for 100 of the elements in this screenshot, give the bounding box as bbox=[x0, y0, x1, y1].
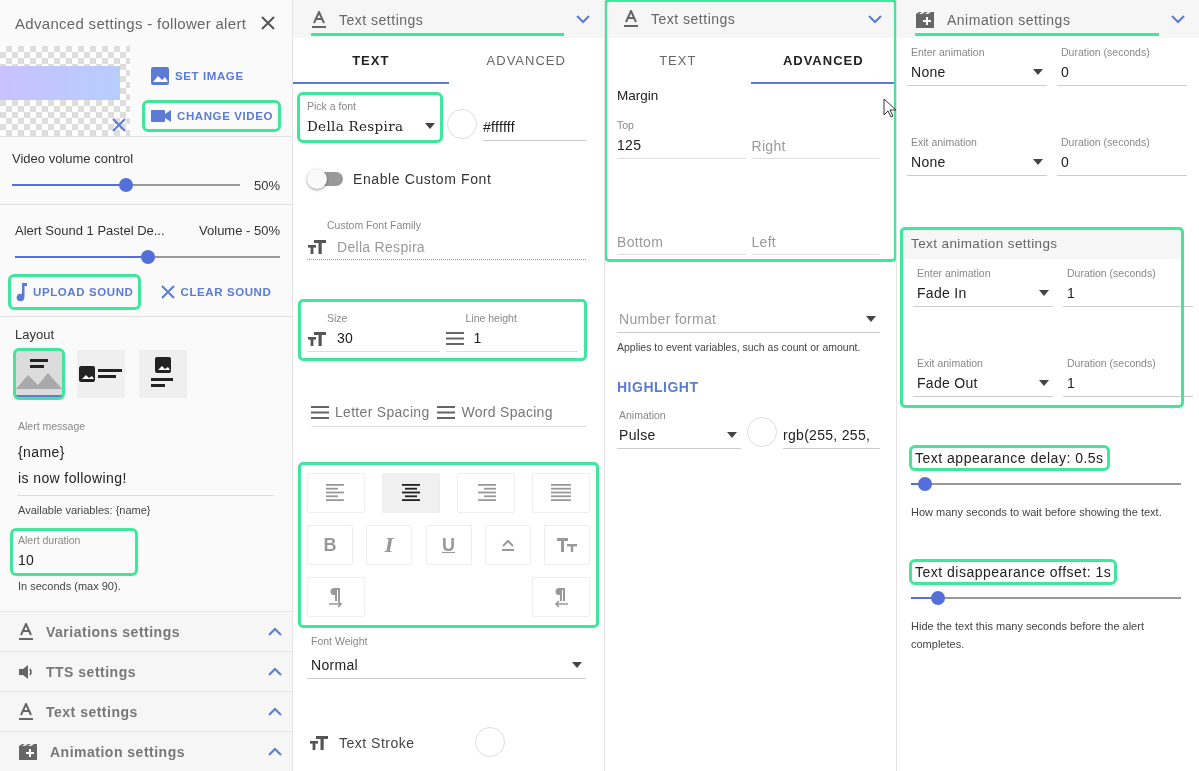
section-title: Animation settings bbox=[947, 12, 1071, 28]
volume-reading: 50% bbox=[253, 177, 280, 193]
tab[interactable]: ADVANCED bbox=[448, 38, 604, 84]
layout-option[interactable] bbox=[139, 350, 187, 398]
help-text: Hide the text this many seconds before the alert completes. bbox=[911, 619, 1145, 652]
close-icon bbox=[161, 285, 176, 299]
caret-icon bbox=[572, 662, 582, 668]
input-field[interactable]: Duration (seconds) 1 bbox=[1063, 353, 1193, 397]
section-title: Variations settings bbox=[46, 623, 181, 640]
size-field[interactable]: Size 30 bbox=[307, 308, 440, 352]
video-camera-icon bbox=[150, 108, 172, 124]
volume-label: Video volume control bbox=[12, 151, 134, 166]
align-right-icon bbox=[476, 484, 496, 502]
caret-icon bbox=[1033, 69, 1043, 75]
section-header[interactable]: TTS settings bbox=[0, 651, 292, 691]
slider-label: Text disappearance offset: 1s bbox=[911, 561, 1116, 583]
slider-thumb[interactable] bbox=[931, 591, 945, 605]
slider-thumb[interactable] bbox=[119, 178, 133, 192]
section-title: Text settings bbox=[651, 11, 736, 27]
caret-icon bbox=[727, 432, 737, 438]
sound-button[interactable]: CLEAR SOUND bbox=[155, 276, 278, 308]
dropdown[interactable]: Exit animation None bbox=[907, 132, 1047, 176]
font-dropdown[interactable]: Pick a font Della Respira bbox=[299, 94, 441, 141]
slider-thumb[interactable] bbox=[917, 477, 932, 491]
section-header[interactable]: Animation settings bbox=[0, 731, 292, 771]
section-label: Margin bbox=[617, 88, 659, 103]
line-height-field[interactable]: Line height 1 bbox=[445, 308, 578, 352]
field-label: Alert message bbox=[18, 420, 86, 432]
lines-icon bbox=[437, 405, 456, 419]
input-field[interactable]: Duration (seconds) 0 bbox=[1057, 132, 1187, 176]
input-field[interactable]: Bottom bbox=[617, 215, 746, 255]
input-field[interactable]: Top 125 bbox=[617, 115, 746, 159]
media-button[interactable]: SET IMAGE bbox=[144, 60, 280, 92]
music-note-icon bbox=[16, 282, 28, 302]
layout-option[interactable] bbox=[15, 350, 63, 398]
text-format-icon bbox=[18, 702, 34, 721]
input-field[interactable]: Custom Font Family Della Respira bbox=[307, 215, 586, 260]
lines-icon bbox=[445, 332, 464, 345]
spacing-field[interactable]: Word Spacing bbox=[437, 404, 553, 420]
media-button[interactable]: CHANGE VIDEO bbox=[144, 102, 280, 130]
section-title: Text settings bbox=[339, 12, 424, 28]
caret-icon bbox=[425, 123, 435, 129]
layout-option[interactable] bbox=[77, 350, 125, 398]
dropdown[interactable]: Enter animation None bbox=[907, 42, 1047, 86]
align-justify-icon bbox=[551, 484, 571, 502]
color-swatch[interactable] bbox=[474, 727, 505, 757]
section-title: TTS settings bbox=[46, 663, 137, 680]
input-field[interactable]: Alert duration 10 bbox=[12, 530, 136, 574]
toggle-label: Enable Custom Font bbox=[353, 171, 492, 187]
sound-button[interactable]: UPLOAD SOUND bbox=[10, 276, 140, 308]
speaker-icon bbox=[18, 663, 34, 680]
color-swatch[interactable] bbox=[447, 109, 477, 139]
help-text: Applies to event variables, such as count or amount. bbox=[617, 341, 862, 353]
help-text: How many seconds to wait before showing the text. bbox=[911, 505, 1163, 520]
text-format-icon bbox=[18, 622, 34, 641]
slider-label: Text appearance delay: 0.5s bbox=[911, 447, 1108, 469]
lines-icon bbox=[311, 405, 329, 419]
toggle-switch[interactable] bbox=[309, 172, 343, 186]
dropdown[interactable]: Animation Pulse bbox=[617, 405, 741, 449]
section-heading: HIGHLIGHT bbox=[617, 379, 700, 395]
section-header[interactable]: Animation settings bbox=[897, 0, 1199, 38]
close-icon bbox=[112, 118, 126, 132]
caret-icon bbox=[1033, 159, 1043, 165]
close-icon bbox=[260, 15, 276, 31]
input-field[interactable]: Right bbox=[751, 115, 880, 159]
dropdown[interactable]: Number format bbox=[617, 301, 880, 333]
caret-icon bbox=[866, 316, 876, 322]
color-field[interactable]: rgb(255, 255, bbox=[783, 417, 880, 449]
text-size-icon bbox=[307, 239, 327, 255]
section-header[interactable]: Text settings bbox=[0, 691, 292, 731]
message-field[interactable]: {name} is now following! bbox=[18, 439, 274, 496]
dropdown[interactable]: Font Weight Normal bbox=[307, 631, 586, 679]
caret-icon bbox=[1039, 290, 1049, 296]
color-field[interactable]: #ffffff bbox=[483, 109, 586, 141]
caret-icon bbox=[1039, 380, 1049, 386]
input-field[interactable]: Duration (seconds) 0 bbox=[1057, 42, 1187, 86]
help-text: Available variables: {name} bbox=[18, 504, 152, 516]
input-field[interactable]: Duration (seconds) 1 bbox=[1063, 263, 1193, 307]
section-header[interactable]: Variations settings bbox=[0, 611, 292, 651]
tab[interactable]: TEXT bbox=[293, 38, 449, 84]
section-title: Text settings bbox=[46, 703, 139, 720]
align-left-icon bbox=[326, 484, 346, 502]
tab[interactable]: ADVANCED bbox=[750, 38, 896, 84]
help-text: In seconds (max 90). bbox=[18, 580, 122, 592]
section-title: Animation settings bbox=[50, 743, 186, 760]
section-header[interactable]: Text settings bbox=[605, 0, 896, 38]
slider-thumb[interactable] bbox=[140, 250, 155, 264]
mouse-pointer-icon bbox=[883, 98, 896, 118]
volume-reading: Volume - 50% bbox=[199, 223, 280, 238]
section-header[interactable]: Text settings bbox=[293, 0, 604, 38]
format-button[interactable] bbox=[382, 473, 440, 513]
pilcrow-left-icon bbox=[552, 586, 570, 608]
align-center-icon bbox=[401, 484, 421, 502]
dropdown[interactable]: Enter animation Fade In bbox=[913, 263, 1053, 307]
color-swatch[interactable] bbox=[747, 417, 777, 447]
text-size-icon bbox=[307, 330, 327, 347]
tab[interactable]: TEXT bbox=[605, 38, 751, 84]
text-size-icon bbox=[556, 537, 578, 553]
spacing-field[interactable]: Letter Spacing bbox=[311, 404, 430, 420]
dropdown[interactable]: Exit animation Fade Out bbox=[913, 353, 1053, 397]
